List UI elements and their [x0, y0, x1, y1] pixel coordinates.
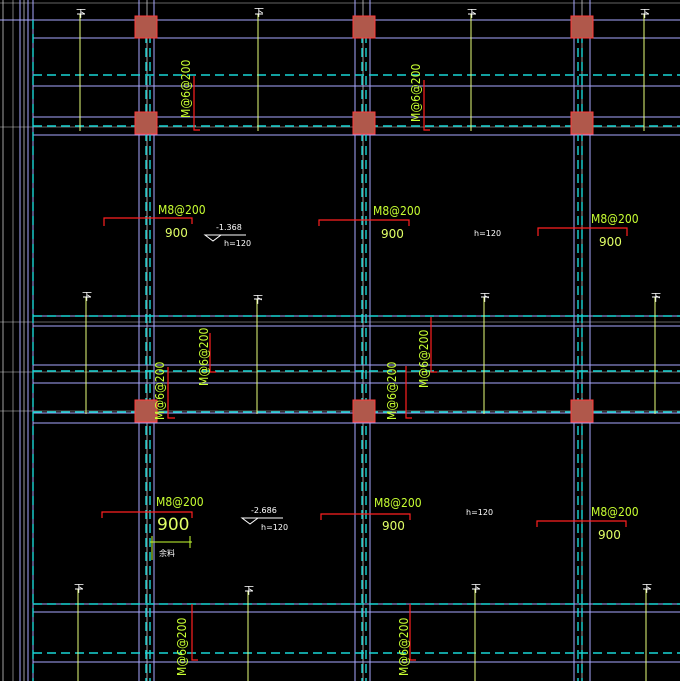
section-mark-glyph: 下 [651, 293, 661, 304]
rebar-label-vertical: M@6@200 [409, 63, 423, 122]
rebar-label-vertical: M@6@200 [385, 361, 399, 420]
section-mark-glyph: 下 [480, 293, 490, 304]
column [352, 111, 376, 135]
span-dimension: 900 [165, 226, 188, 240]
elevation-thickness: h=120 [224, 239, 251, 248]
cad-drawing: M8@200 M8@200 M8@200 M8@200 M8@200 M8@20… [0, 0, 680, 681]
slab-thickness-note: h=120 [474, 229, 501, 238]
rebar-label: M8@200 [158, 203, 206, 217]
section-mark-glyph: 下 [471, 584, 481, 595]
section-mark-glyph: 下 [253, 295, 263, 306]
span-dimension: 900 [382, 519, 405, 533]
section-mark-glyph: 下 [74, 584, 84, 595]
span-dimension: 900 [599, 235, 622, 249]
elevation-level: -1.368 [216, 223, 242, 232]
column [570, 15, 594, 39]
column [134, 15, 158, 39]
column [570, 111, 594, 135]
section-mark-glyph: 下 [467, 9, 477, 20]
rebar-label-vertical: M@6@200 [153, 361, 167, 420]
span-dimension: 900 [157, 515, 189, 535]
rebar-label: M8@200 [591, 212, 639, 226]
column [352, 399, 376, 423]
rebar-label: M8@200 [591, 505, 639, 519]
section-mark-glyph: 下 [244, 586, 254, 597]
rebar-label: M8@200 [373, 204, 421, 218]
background [0, 0, 680, 681]
section-mark-glyph: 下 [82, 292, 92, 303]
rebar-label: M8@200 [374, 496, 422, 510]
span-dimension: 900 [381, 227, 404, 241]
column [352, 15, 376, 39]
dimension-note-text: 余料 [159, 548, 175, 558]
rebar-label-vertical: M@6@200 [179, 59, 193, 118]
rebar-label: M8@200 [156, 495, 204, 509]
rebar-label-vertical: M@6@200 [397, 617, 411, 676]
elevation-thickness: h=120 [261, 523, 288, 532]
section-mark-glyph: 下 [254, 8, 264, 19]
column [134, 111, 158, 135]
section-mark-glyph: 下 [642, 584, 652, 595]
rebar-label-vertical: M@6@200 [197, 327, 211, 386]
section-mark-glyph: 下 [640, 9, 650, 20]
rebar-label-vertical: M@6@200 [175, 617, 189, 676]
elevation-level: -2.686 [251, 506, 277, 515]
span-dimension: 900 [598, 528, 621, 542]
section-mark-glyph: 下 [76, 9, 86, 20]
column [570, 399, 594, 423]
rebar-label-vertical: M@6@200 [417, 329, 431, 388]
slab-thickness-note: h=120 [466, 508, 493, 517]
